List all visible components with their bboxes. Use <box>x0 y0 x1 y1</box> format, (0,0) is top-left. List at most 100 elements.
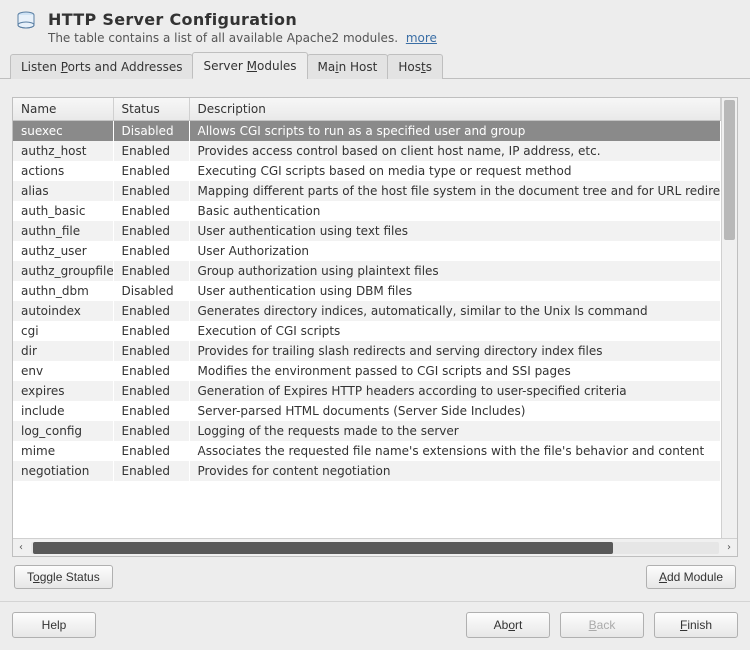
scroll-left-icon[interactable]: ‹ <box>13 540 29 556</box>
horizontal-scrollbar[interactable]: ‹ › <box>13 538 737 556</box>
cell-desc: Server-parsed HTML documents (Server Sid… <box>189 401 721 421</box>
table-row[interactable]: cgiEnabledExecution of CGI scripts <box>13 321 721 341</box>
cell-desc: Executing CGI scripts based on media typ… <box>189 161 721 181</box>
content: Name Status Description suexecDisabledAl… <box>0 79 750 601</box>
cell-status: Enabled <box>113 261 189 281</box>
cell-status: Disabled <box>113 281 189 301</box>
cell-name: auth_basic <box>13 201 113 221</box>
cell-status: Enabled <box>113 401 189 421</box>
table-row[interactable]: log_configEnabledLogging of the requests… <box>13 421 721 441</box>
cell-desc: Group authorization using plaintext file… <box>189 261 721 281</box>
cell-desc: User authentication using text files <box>189 221 721 241</box>
back-button: Back <box>560 612 644 638</box>
table-row[interactable]: envEnabledModifies the environment passe… <box>13 361 721 381</box>
help-button[interactable]: Help <box>12 612 96 638</box>
cell-desc: Provides for trailing slash redirects an… <box>189 341 721 361</box>
cell-status: Enabled <box>113 381 189 401</box>
cell-name: actions <box>13 161 113 181</box>
modules-table: Name Status Description suexecDisabledAl… <box>12 97 738 557</box>
vertical-scroll-thumb[interactable] <box>724 100 735 240</box>
col-header-name[interactable]: Name <box>13 98 113 121</box>
table-row[interactable]: auth_basicEnabledBasic authentication <box>13 201 721 221</box>
toggle-status-button[interactable]: Toggle Status <box>14 565 113 589</box>
cell-name: authn_dbm <box>13 281 113 301</box>
cell-desc: Generates directory indices, automatical… <box>189 301 721 321</box>
col-header-status[interactable]: Status <box>113 98 189 121</box>
cell-status: Enabled <box>113 241 189 261</box>
cell-desc: Provides for content negotiation <box>189 461 721 481</box>
table-row[interactable]: negotiationEnabledProvides for content n… <box>13 461 721 481</box>
cell-status: Enabled <box>113 201 189 221</box>
table-row[interactable]: dirEnabledProvides for trailing slash re… <box>13 341 721 361</box>
table-row[interactable]: aliasEnabledMapping different parts of t… <box>13 181 721 201</box>
table-row[interactable]: autoindexEnabledGenerates directory indi… <box>13 301 721 321</box>
cell-status: Enabled <box>113 221 189 241</box>
cell-desc: Execution of CGI scripts <box>189 321 721 341</box>
cell-name: negotiation <box>13 461 113 481</box>
cell-name: dir <box>13 341 113 361</box>
cell-name: authz_host <box>13 141 113 161</box>
cell-status: Enabled <box>113 161 189 181</box>
cell-status: Enabled <box>113 301 189 321</box>
cell-name: alias <box>13 181 113 201</box>
tab-0[interactable]: Listen Ports and Addresses <box>10 54 193 79</box>
cell-desc: Provides access control based on client … <box>189 141 721 161</box>
tab-1[interactable]: Server Modules <box>192 52 307 79</box>
cell-name: expires <box>13 381 113 401</box>
finish-button[interactable]: Finish <box>654 612 738 638</box>
table-row[interactable]: authn_dbmDisabledUser authentication usi… <box>13 281 721 301</box>
cell-status: Enabled <box>113 361 189 381</box>
table-row[interactable]: expiresEnabledGeneration of Expires HTTP… <box>13 381 721 401</box>
abort-button[interactable]: Abort <box>466 612 550 638</box>
add-module-button[interactable]: Add Module <box>646 565 736 589</box>
cell-desc: Associates the requested file name's ext… <box>189 441 721 461</box>
cell-desc: Mapping different parts of the host file… <box>189 181 721 201</box>
cell-name: log_config <box>13 421 113 441</box>
cell-status: Enabled <box>113 461 189 481</box>
cell-desc: Generation of Expires HTTP headers accor… <box>189 381 721 401</box>
cell-name: authz_groupfile <box>13 261 113 281</box>
cell-status: Enabled <box>113 341 189 361</box>
window: HTTP Server Configuration The table cont… <box>0 0 750 650</box>
footer: Help Abort Back Finish <box>0 601 750 650</box>
scroll-right-icon[interactable]: › <box>721 540 737 556</box>
table-row[interactable]: actionsEnabledExecuting CGI scripts base… <box>13 161 721 181</box>
cell-status: Enabled <box>113 321 189 341</box>
table-row[interactable]: authz_hostEnabledProvides access control… <box>13 141 721 161</box>
table-row[interactable]: authz_groupfileEnabledGroup authorizatio… <box>13 261 721 281</box>
cell-name: suexec <box>13 121 113 142</box>
page-subtitle: The table contains a list of all availab… <box>48 31 736 45</box>
cell-name: authz_user <box>13 241 113 261</box>
cell-name: include <box>13 401 113 421</box>
subtitle-text: The table contains a list of all availab… <box>48 31 398 45</box>
vertical-scrollbar[interactable] <box>721 98 737 538</box>
server-icon <box>14 10 38 34</box>
table-row[interactable]: suexecDisabledAllows CGI scripts to run … <box>13 121 721 142</box>
cell-name: env <box>13 361 113 381</box>
horizontal-scroll-thumb[interactable] <box>33 542 613 554</box>
cell-status: Enabled <box>113 181 189 201</box>
cell-desc: Allows CGI scripts to run as a specified… <box>189 121 721 142</box>
cell-desc: User authentication using DBM files <box>189 281 721 301</box>
cell-desc: User Authorization <box>189 241 721 261</box>
tab-3[interactable]: Hosts <box>387 54 443 79</box>
cell-name: autoindex <box>13 301 113 321</box>
table-row[interactable]: includeEnabledServer-parsed HTML documen… <box>13 401 721 421</box>
cell-name: cgi <box>13 321 113 341</box>
table-row[interactable]: authz_userEnabledUser Authorization <box>13 241 721 261</box>
table-row[interactable]: mimeEnabledAssociates the requested file… <box>13 441 721 461</box>
header: HTTP Server Configuration The table cont… <box>0 0 750 51</box>
cell-status: Enabled <box>113 421 189 441</box>
tab-bar: Listen Ports and AddressesServer Modules… <box>0 51 750 79</box>
cell-desc: Modifies the environment passed to CGI s… <box>189 361 721 381</box>
more-link[interactable]: more <box>406 31 437 45</box>
cell-name: authn_file <box>13 221 113 241</box>
page-title: HTTP Server Configuration <box>48 10 736 29</box>
col-header-description[interactable]: Description <box>189 98 721 121</box>
cell-desc: Basic authentication <box>189 201 721 221</box>
table-row[interactable]: authn_fileEnabledUser authentication usi… <box>13 221 721 241</box>
cell-name: mime <box>13 441 113 461</box>
tab-2[interactable]: Main Host <box>307 54 389 79</box>
cell-status: Enabled <box>113 441 189 461</box>
cell-desc: Logging of the requests made to the serv… <box>189 421 721 441</box>
